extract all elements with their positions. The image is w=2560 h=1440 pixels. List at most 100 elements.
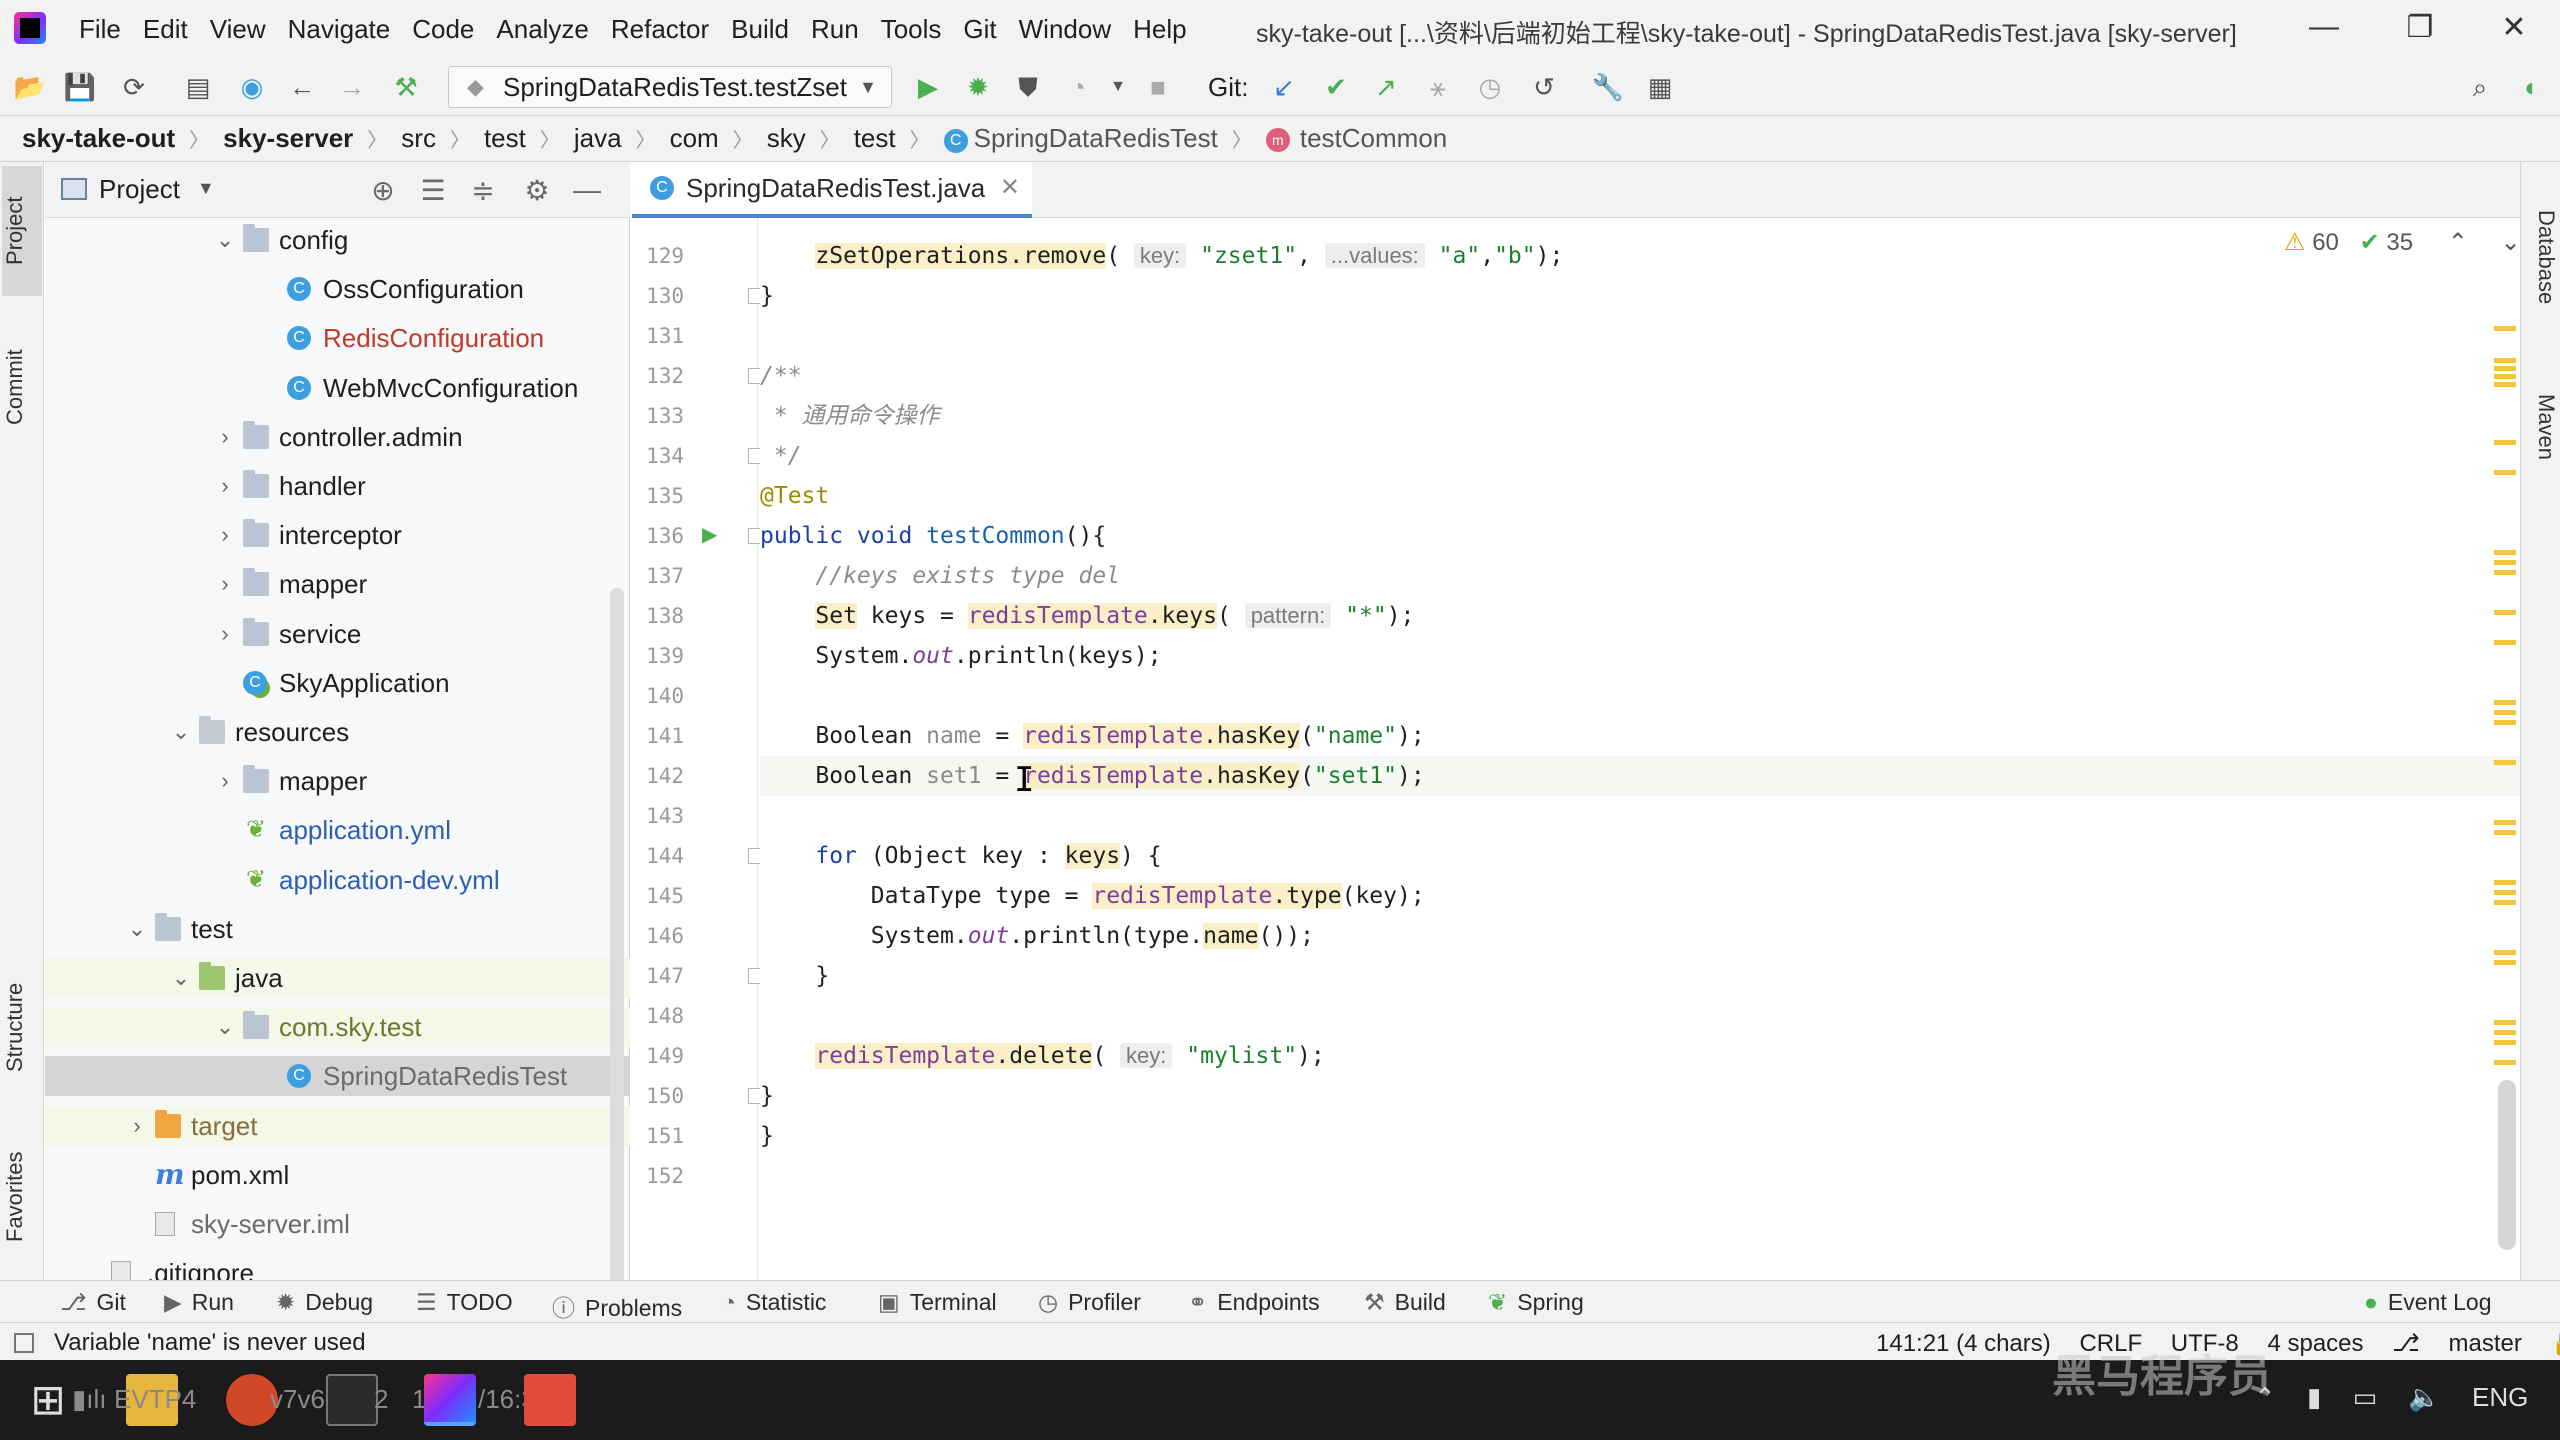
line-number[interactable]: 131 (632, 324, 684, 348)
line-number[interactable]: 136 (632, 524, 684, 548)
tree-item[interactable]: sky-server.iml (45, 1204, 630, 1244)
tool-tab-commit[interactable]: Commit (2, 322, 42, 452)
chevron-right-icon[interactable]: › (215, 564, 235, 604)
warning-marker[interactable] (2494, 382, 2516, 387)
breadcrumb-item[interactable]: java (574, 123, 622, 154)
run-configuration-select[interactable]: ◆ SpringDataRedisTest.testZset ▼ (448, 66, 892, 108)
menu-window[interactable]: Window (1008, 0, 1122, 58)
line-number[interactable]: 138 (632, 604, 684, 628)
warning-marker[interactable] (2494, 1060, 2516, 1065)
warning-marker[interactable] (2494, 610, 2516, 615)
breadcrumb-class[interactable]: C SpringDataRedisTest (943, 123, 1218, 154)
chevron-right-icon[interactable]: › (215, 515, 235, 555)
git-merge-icon[interactable]: ⚹ (1420, 70, 1456, 104)
chevron-right-icon[interactable]: › (215, 417, 235, 457)
line-number[interactable]: 148 (632, 1004, 684, 1028)
tree-item[interactable]: C SkyApplication (45, 663, 630, 703)
warning-marker[interactable] (2494, 326, 2516, 331)
tool-tab-build[interactable]: ⚒ Build (1364, 1289, 1446, 1316)
warning-marker[interactable] (2494, 720, 2516, 725)
caret-position[interactable]: 141:21 (4 chars) (1876, 1330, 2051, 1357)
warning-marker[interactable] (2494, 950, 2516, 955)
warning-marker[interactable] (2494, 440, 2516, 445)
breadcrumb-item[interactable]: sky-server (223, 123, 353, 154)
close-icon[interactable]: ✕ (2494, 10, 2534, 45)
line-number[interactable]: 141 (632, 724, 684, 748)
speaker-icon[interactable]: 🔈 (2408, 1382, 2440, 1412)
line-number[interactable]: 130 (632, 284, 684, 308)
tree-item[interactable]: ⌄ config (45, 220, 630, 260)
forward-icon[interactable]: → (334, 70, 370, 104)
line-number[interactable]: 149 (632, 1044, 684, 1068)
tool-tab-maven[interactable]: Maven (2525, 362, 2559, 492)
git-history-icon[interactable]: ◷ (1472, 70, 1508, 104)
tree-item[interactable]: C RedisConfiguration (45, 318, 630, 358)
warning-marker[interactable] (2494, 900, 2516, 905)
warning-marker[interactable] (2494, 710, 2516, 715)
tree-item[interactable]: › service (45, 614, 630, 654)
line-number[interactable]: 140 (632, 684, 684, 708)
breadcrumb-method[interactable]: m testCommon (1265, 123, 1447, 154)
indent-setting[interactable]: 4 spaces (2267, 1330, 2363, 1357)
git-update-icon[interactable]: ↙ (1266, 70, 1302, 104)
menu-view[interactable]: View (199, 0, 277, 58)
warning-marker[interactable] (2494, 960, 2516, 965)
chevron-down-icon[interactable]: ▼ (1100, 70, 1136, 104)
menu-run[interactable]: Run (800, 0, 870, 58)
status-toggle-icon[interactable] (14, 1333, 34, 1353)
usb-icon[interactable]: ▮ (2307, 1382, 2321, 1412)
warning-marker[interactable] (2494, 880, 2516, 885)
menu-edit[interactable]: Edit (132, 0, 199, 58)
tool-tab-todo[interactable]: ☰ TODO (416, 1289, 513, 1316)
tree-item[interactable]: ⌄ java (45, 958, 630, 998)
chevron-right-icon[interactable]: › (215, 466, 235, 506)
menu-build[interactable]: Build (720, 0, 800, 58)
line-number[interactable]: 150 (632, 1084, 684, 1108)
chevron-down-icon[interactable]: ⌄ (171, 958, 191, 998)
open-folder-icon[interactable]: 📂 (12, 70, 48, 104)
tree-item[interactable]: ❦ application-dev.yml (45, 860, 630, 900)
tool-tab-git[interactable]: ⎇ Git (60, 1289, 126, 1316)
lock-icon[interactable]: 🔓 (2551, 1330, 2560, 1357)
chevron-right-icon[interactable]: › (215, 614, 235, 654)
debug-icon[interactable]: ✹ (960, 70, 996, 104)
stop-icon[interactable]: ■ (1140, 70, 1176, 104)
project-panel-title[interactable]: Project (99, 174, 180, 205)
profile-icon[interactable]: ◔ (1060, 70, 1096, 104)
line-number[interactable]: 132 (632, 364, 684, 388)
editor-tab-active[interactable]: C SpringDataRedisTest.java ✕ (632, 162, 1032, 218)
tree-item[interactable]: › interceptor (45, 515, 630, 555)
warning-marker[interactable] (2494, 550, 2516, 555)
chevron-right-icon[interactable]: › (127, 1106, 147, 1146)
plugin-icon[interactable]: ◐ (2514, 70, 2550, 104)
tree-item[interactable]: › controller.admin (45, 417, 630, 457)
breadcrumb-item[interactable]: src (401, 123, 436, 154)
breadcrumb-item[interactable]: sky-take-out (22, 123, 175, 154)
class-icon[interactable]: ◉ (234, 70, 270, 104)
line-number[interactable]: 144 (632, 844, 684, 868)
warning-marker[interactable] (2494, 700, 2516, 705)
chevron-down-icon[interactable]: ⌄ (215, 220, 235, 260)
chevron-down-icon[interactable]: ⌄ (215, 1007, 235, 1047)
restore-icon[interactable]: ❐ (2400, 10, 2440, 45)
save-icon[interactable]: 💾 (62, 70, 98, 104)
editor-scrollbar[interactable] (2498, 1080, 2516, 1250)
warning-marker[interactable] (2494, 366, 2516, 371)
tool-tab-project[interactable]: Project (2, 166, 42, 296)
menu-analyze[interactable]: Analyze (485, 0, 600, 58)
tree-item[interactable]: › target (45, 1105, 630, 1146)
warning-marker[interactable] (2494, 560, 2516, 565)
intellij-taskbar-icon[interactable] (424, 1374, 476, 1426)
run-icon[interactable]: ▶ (910, 70, 946, 104)
chevron-down-icon[interactable]: ⌄ (127, 909, 147, 949)
warning-marker[interactable] (2494, 890, 2516, 895)
menu-code[interactable]: Code (401, 0, 485, 58)
tool-tab-database[interactable]: Database (2525, 182, 2559, 332)
line-number[interactable]: 134 (632, 444, 684, 468)
line-number[interactable]: 146 (632, 924, 684, 948)
warning-marker[interactable] (2494, 640, 2516, 645)
menu-navigate[interactable]: Navigate (277, 0, 402, 58)
warning-marker[interactable] (2494, 1040, 2516, 1045)
tool-tab-statistic[interactable]: ◔ Statistic (722, 1289, 826, 1316)
breadcrumb-item[interactable]: com (670, 123, 719, 154)
